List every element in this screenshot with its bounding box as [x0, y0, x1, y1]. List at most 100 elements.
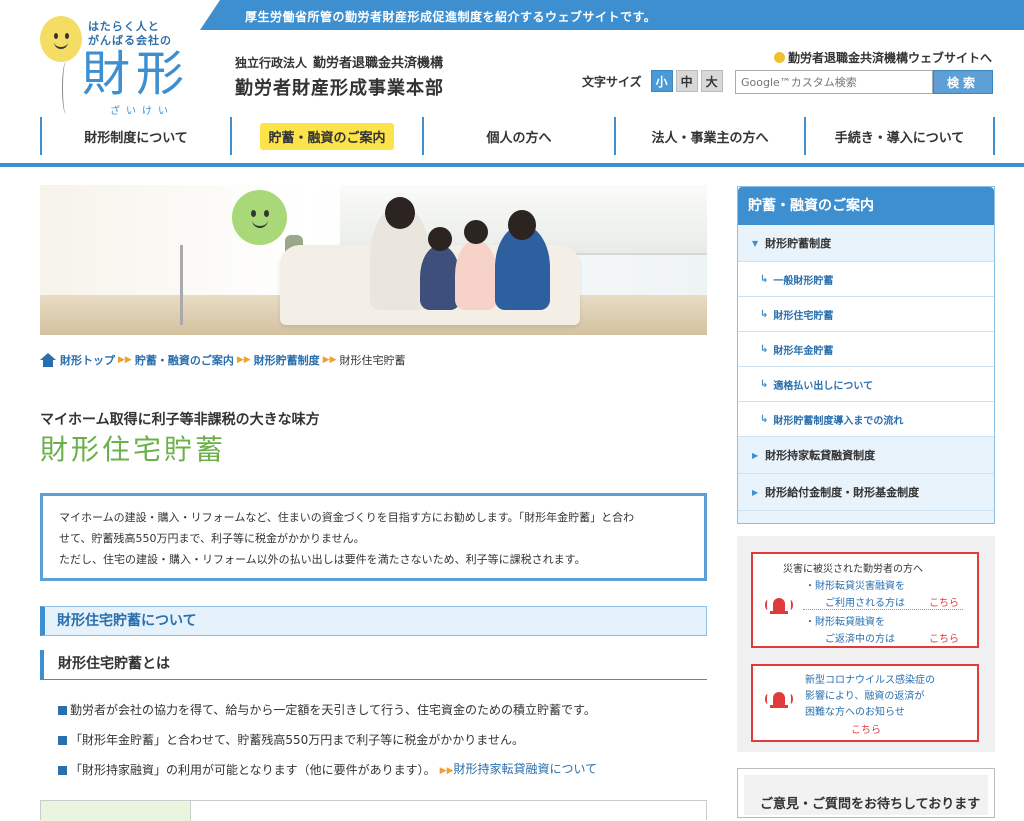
- covid-notice-line3: 困難な方へのお知らせ: [805, 707, 905, 718]
- breadcrumb-link-savings-system[interactable]: 財形貯蓄制度: [254, 352, 320, 368]
- loan-system-link-label: 財形持家転貸融資について: [453, 762, 598, 776]
- font-size-small-button[interactable]: 小: [650, 70, 673, 92]
- disaster-notice-item2-line2: ご返済中の方は: [825, 634, 895, 645]
- intro-line-1: マイホームの建設・購入・リフォームなど、住まいの資金づくりを目指す方にお勧めしま…: [59, 511, 635, 524]
- table-header-cell: [41, 801, 191, 821]
- search-button[interactable]: 検索: [933, 70, 993, 94]
- disaster-loan-link[interactable]: こちら: [929, 594, 959, 609]
- covid-notice-line2: 影響により、融資の返済が: [805, 691, 925, 702]
- disaster-notice-title: 災害に被災された勤労者の方へ: [783, 564, 923, 575]
- disaster-notice-item2-line1: ・財形転貸融資を: [805, 617, 885, 628]
- feedback-title: ご意見・ご質問をお待ちしております: [744, 775, 988, 815]
- home-icon: [40, 353, 56, 367]
- return-arrow-icon: ↳: [760, 378, 769, 390]
- nav-item-savings-loans[interactable]: 貯蓄・融資のご案内: [230, 117, 422, 155]
- info-table: [40, 800, 707, 821]
- sidebar-category-label: 財形給付金制度・財形基金制度: [765, 486, 920, 499]
- sidebar-item-introduction-flow[interactable]: ↳ 財形貯蓄制度導入までの流れ: [738, 402, 994, 437]
- square-bullet-icon: [58, 705, 67, 715]
- sidebar-title[interactable]: 貯蓄・融資のご案内: [738, 187, 994, 225]
- notice-area: 災害に被災された勤労者の方へ ・財形転貸災害融資を ご利用される方は こちら ・…: [737, 536, 995, 752]
- nav-item-procedures[interactable]: 手続き・導入について: [804, 117, 995, 155]
- hero-head: [428, 227, 452, 251]
- nav-item-system[interactable]: 財形制度について: [40, 117, 230, 155]
- return-arrow-icon: ↳: [760, 308, 769, 320]
- covid-notice-link[interactable]: こちら: [851, 721, 881, 736]
- site-tagline: 厚生労働省所管の勤労者財産形成促進制度を紹介するウェブサイトです。: [245, 10, 657, 24]
- org-prefix: 独立行政法人: [235, 56, 308, 70]
- triangle-right-icon: ▶: [752, 487, 759, 497]
- sidebar-item-qualified-withdrawal[interactable]: ↳ 適格払い出しについて: [738, 367, 994, 402]
- covid-notice: 新型コロナウイルス感染症の 影響により、融資の返済が 困難な方へのお知らせ こち…: [751, 664, 979, 742]
- disaster-notice-item1-line2: ご利用される方は: [825, 598, 905, 609]
- organization-name[interactable]: 独立行政法人 勤労者退職金共済機構 勤労者財産形成事業本部: [235, 52, 444, 100]
- list-item-text: 「財形年金貯蓄」と合わせて、貯蓄残高550万円まで利子等に税金がかかりません。: [70, 733, 524, 747]
- search-bar: 検索: [735, 70, 993, 94]
- page-subheading: マイホーム取得に利子等非課税の大きな味方: [40, 412, 320, 428]
- sidebar-item-housing-savings[interactable]: ↳ 財形住宅貯蓄: [738, 297, 994, 332]
- sidebar-category-benefit-fund[interactable]: ▶ 財形給付金制度・財形基金制度: [738, 474, 994, 511]
- breadcrumb-arrow-icon: ▶▶: [322, 355, 337, 365]
- return-arrow-icon: ↳: [760, 413, 769, 425]
- org-division: 勤労者財産形成事業本部: [235, 78, 444, 99]
- sidebar-category-label: 財形持家転貸融資制度: [765, 449, 876, 462]
- sidebar-item-label: 一般財形貯蓄: [773, 275, 834, 287]
- sidebar-item-label: 適格払い出しについて: [773, 380, 874, 392]
- balloon-mascot-icon: [232, 190, 287, 245]
- intro-box: マイホームの建設・購入・リフォームなど、住まいの資金づくりを目指す方にお勧めしま…: [40, 493, 707, 581]
- sidebar-item-label: 財形住宅貯蓄: [773, 310, 834, 322]
- alarm-bell-icon: [765, 594, 793, 622]
- breadcrumb-arrow-icon: ▶▶: [236, 355, 251, 365]
- disaster-notice-item1-line1: ・財形転貸災害融資を: [805, 581, 905, 592]
- list-item-text: 勤労者が会社の協力を得て、給与から一定額を天引きして行う、住宅資金のための積立貯…: [70, 703, 596, 717]
- sidebar-item-general-savings[interactable]: ↳ 一般財形貯蓄: [738, 262, 994, 297]
- sidebar-item-label: 財形年金貯蓄: [773, 345, 834, 357]
- org-name: 勤労者退職金共済機構: [313, 56, 444, 71]
- sidebar-category-label: 財形貯蓄制度: [765, 237, 832, 250]
- hero-head: [508, 210, 536, 240]
- sidebar-item-pension-savings[interactable]: ↳ 財形年金貯蓄: [738, 332, 994, 367]
- covid-notice-line1: 新型コロナウイルス感染症の: [805, 675, 935, 686]
- double-arrow-icon: ▶▶: [439, 766, 454, 776]
- logo-ruby: ざいけい: [110, 106, 174, 117]
- external-site-link-label: 勤労者退職金共済機構ウェブサイトへ: [787, 51, 992, 65]
- list-item-text: 「財形持家融資」の利用が可能となります（他に要件があります）。: [70, 763, 436, 777]
- section-heading: 財形住宅貯蓄について: [40, 606, 707, 636]
- list-item: 勤労者が会社の協力を得て、給与から一定額を天引きして行う、住宅資金のための積立貯…: [58, 695, 597, 725]
- balloon-string: [62, 62, 70, 114]
- list-item: 「財形持家融資」の利用が可能となります（他に要件があります）。 ▶▶財形持家転貸融…: [58, 755, 597, 785]
- feedback-banner[interactable]: ご意見・ご質問をお待ちしております: [737, 768, 995, 818]
- nav-item-label: 法人・事業主の方へ: [651, 130, 769, 146]
- alarm-bell-icon: [765, 688, 793, 716]
- breadcrumb-link-savings-loans[interactable]: 貯蓄・融資のご案内: [135, 352, 234, 368]
- return-arrow-icon: ↳: [760, 273, 769, 285]
- site-logo[interactable]: はたらく人と がんばる会社の 財形 ざいけい: [30, 8, 205, 118]
- hero-head: [464, 220, 488, 244]
- loan-system-link[interactable]: ▶▶財形持家転貸融資について: [440, 759, 598, 781]
- nav-item-individuals[interactable]: 個人の方へ: [422, 117, 614, 155]
- hero-image: [40, 185, 707, 335]
- font-size-switcher: 文字サイズ 小 中 大: [582, 70, 723, 92]
- nav-item-label: 個人の方へ: [486, 130, 552, 146]
- sidebar-category-savings-system[interactable]: ▼ 財形貯蓄制度: [738, 225, 994, 262]
- sidebar-menu: 貯蓄・融資のご案内 ▼ 財形貯蓄制度 ↳ 一般財形貯蓄 ↳ 財形住宅貯蓄 ↳ 財形年金貯…: [737, 186, 995, 524]
- external-site-link[interactable]: 勤労者退職金共済機構ウェブサイトへ: [773, 49, 992, 66]
- nav-item-corporations[interactable]: 法人・事業主の方へ: [614, 117, 804, 155]
- divider: [803, 609, 963, 610]
- intro-line-2: せて、貯蓄残高550万円まで、利子等に税金がかかりません。: [59, 532, 365, 545]
- font-size-medium-button[interactable]: 中: [675, 70, 698, 92]
- font-size-large-button[interactable]: 大: [700, 70, 723, 92]
- breadcrumb-link-top[interactable]: 財形トップ: [60, 352, 115, 368]
- hero-person-boy: [420, 245, 460, 310]
- repayment-link[interactable]: こちら: [929, 630, 959, 645]
- sidebar-category-housing-loan[interactable]: ▶ 財形持家転貸融資制度: [738, 437, 994, 474]
- logo-text: 財形: [82, 46, 191, 102]
- search-input[interactable]: [735, 70, 933, 94]
- breadcrumb: 財形トップ ▶▶ 貯蓄・融資のご案内 ▶▶ 財形貯蓄制度 ▶▶ 財形住宅貯蓄: [40, 352, 406, 368]
- square-bullet-icon: [58, 735, 67, 745]
- return-arrow-icon: ↳: [760, 343, 769, 355]
- nav-underline: [0, 163, 1024, 167]
- font-size-label: 文字サイズ: [582, 74, 642, 89]
- triangle-right-icon: ▶: [752, 450, 759, 460]
- circle-arrow-icon: [773, 52, 785, 63]
